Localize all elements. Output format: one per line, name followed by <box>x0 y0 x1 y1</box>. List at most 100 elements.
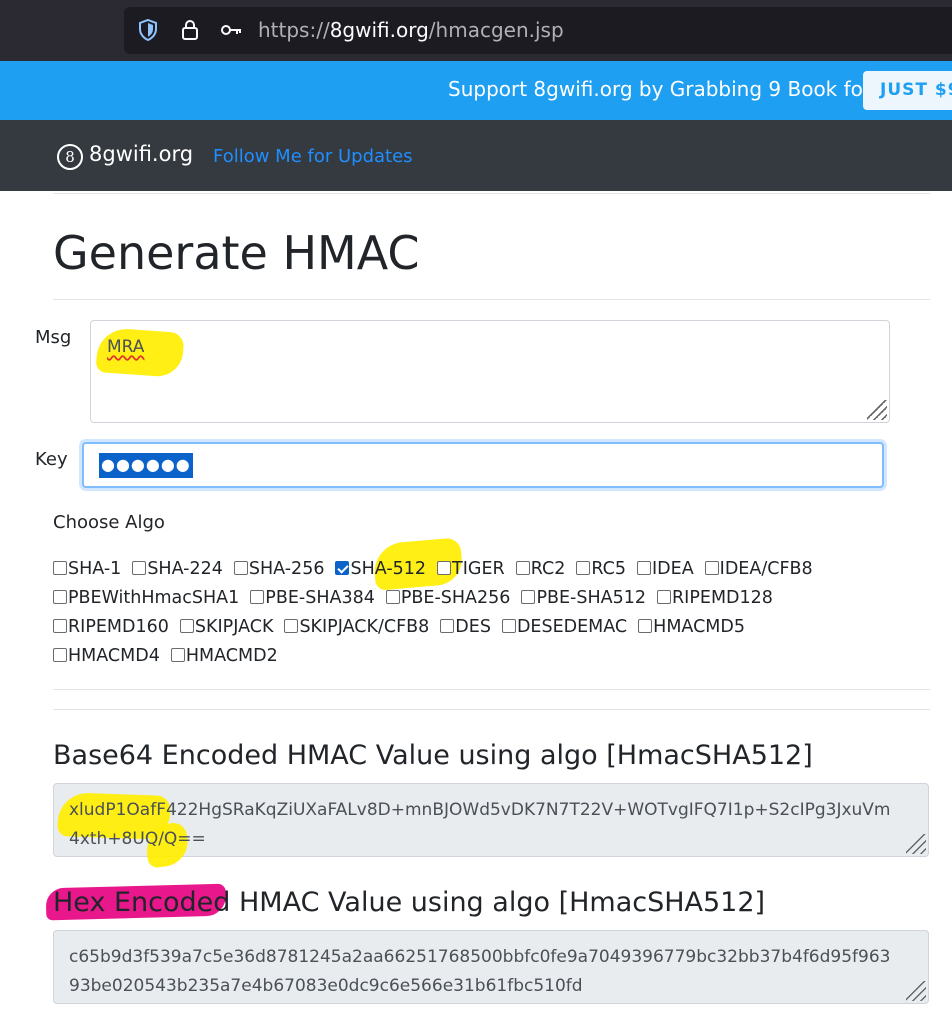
checkbox-checked-icon[interactable] <box>335 561 350 575</box>
site-navbar: 8 8gwifi.org Follow Me for Updates <box>0 120 952 191</box>
base64-output[interactable]: xludP1OafF422HgSRaKqZiUXaFALv8D+mnBJOWd5… <box>53 783 929 869</box>
algo-option-pbe-sha384[interactable]: PBE-SHA384 <box>250 588 375 608</box>
key-label: Key <box>35 449 68 470</box>
url-text[interactable]: https://8gwifi.org/hmacgen.jsp <box>258 18 564 42</box>
resize-grip-icon[interactable] <box>906 834 926 854</box>
checkbox[interactable] <box>233 561 248 575</box>
checkbox[interactable] <box>170 648 185 662</box>
msg-textarea[interactable]: MRA <box>90 320 890 423</box>
algo-option-label: IDEA <box>652 559 694 579</box>
algo-option-label: PBE-SHA512 <box>536 588 647 608</box>
algo-option-label: RIPEMD128 <box>672 588 773 608</box>
checkbox[interactable] <box>179 619 194 633</box>
algo-option-pbe-sha512[interactable]: PBE-SHA512 <box>521 588 646 608</box>
algo-option-hmacmd5[interactable]: HMACMD5 <box>638 617 745 637</box>
base64-value: xludP1OafF422HgSRaKqZiUXaFALv8D+mnBJOWd5… <box>69 800 891 849</box>
algo-row: PBEWithHmacSHA1 PBE-SHA384 PBE-SHA256 PBE-S… <box>53 588 933 617</box>
algo-option-label: RIPEMD160 <box>68 617 169 637</box>
page-title: Generate HMAC <box>53 226 420 280</box>
algo-option-label: HMACMD5 <box>653 617 746 637</box>
resize-grip-icon[interactable] <box>906 981 926 1001</box>
promo-banner: Support 8gwifi.org by Grabbing 9 Book fo… <box>0 61 952 120</box>
algo-option-pbewithhmacsha1[interactable]: PBEWithHmacSHA1 <box>53 588 239 608</box>
checkbox[interactable] <box>132 561 147 575</box>
checkbox[interactable] <box>515 561 530 575</box>
algo-option-rc2[interactable]: RC2 <box>515 559 566 579</box>
algo-option-label: DES <box>455 617 491 637</box>
algo-option-idea[interactable]: IDEA <box>637 559 694 579</box>
hex-output[interactable]: c65b9d3f539a7c5e36d8781245a2aa6625176850… <box>53 930 929 1004</box>
checkbox[interactable] <box>437 561 452 575</box>
checkbox[interactable] <box>637 561 651 575</box>
algo-option-label: DESEDEMAC <box>516 617 628 637</box>
checkbox[interactable] <box>501 619 516 633</box>
follow-link[interactable]: Follow Me for Updates <box>213 146 413 167</box>
url-host: 8gwifi.org <box>329 18 429 42</box>
hex-value: c65b9d3f539a7c5e36d8781245a2aa6625176850… <box>69 947 891 996</box>
algo-option-tiger[interactable]: TIGER <box>437 559 505 579</box>
algo-option-hmacmd4[interactable]: HMACMD4 <box>53 646 160 666</box>
algo-option-label: SHA-224 <box>147 559 223 579</box>
algo-option-idea-cfb8[interactable]: IDEA/CFB8 <box>704 559 813 579</box>
hex-title: Hex Encoded HMAC Value using algo [HmacS… <box>53 887 766 918</box>
algo-option-rc5[interactable]: RC5 <box>576 559 626 579</box>
algo-option-sha-1[interactable]: SHA-1 <box>53 559 121 579</box>
algo-option-label: HMACMD2 <box>185 646 278 666</box>
checkbox[interactable] <box>284 619 299 633</box>
checkbox[interactable] <box>53 648 67 662</box>
algo-checkbox-group: SHA-1 SHA-224 SHA-256 SHA-512 TIGER RC2 RC5 IDE… <box>53 559 933 675</box>
key-input[interactable]: ●●●●●● <box>82 442 884 488</box>
promo-button[interactable]: JUST $9 <box>863 71 952 110</box>
checkbox[interactable] <box>53 619 67 633</box>
algo-option-label: SHA-512 <box>350 559 427 579</box>
algo-row: RIPEMD160 SKIPJACK SKIPJACK/CFB8 DES DESEDEM… <box>53 617 933 646</box>
algo-option-label: HMACMD4 <box>68 646 160 666</box>
algo-option-pbe-sha256[interactable]: PBE-SHA256 <box>385 588 510 608</box>
algo-option-sha-224[interactable]: SHA-224 <box>132 559 223 579</box>
algo-option-label: SHA-1 <box>68 559 122 579</box>
resize-grip-icon[interactable] <box>867 400 887 420</box>
algo-option-label: RC5 <box>591 559 626 579</box>
algo-option-label: PBE-SHA384 <box>265 588 375 608</box>
algo-option-des[interactable]: DES <box>440 617 491 637</box>
checkbox[interactable] <box>53 590 67 604</box>
checkbox[interactable] <box>385 590 400 604</box>
brand-link[interactable]: 8gwifi.org <box>89 142 193 166</box>
checkbox[interactable] <box>440 619 455 633</box>
checkbox[interactable] <box>657 590 672 604</box>
key-icon[interactable] <box>219 18 243 42</box>
lock-icon[interactable] <box>178 18 202 42</box>
algo-option-label: SHA-256 <box>248 559 325 579</box>
divider <box>53 193 930 194</box>
checkbox[interactable] <box>53 561 67 575</box>
checkbox[interactable] <box>576 561 591 575</box>
divider <box>53 299 930 300</box>
algo-option-label: IDEA/CFB8 <box>719 559 813 579</box>
checkbox[interactable] <box>638 619 653 633</box>
brand-logo-icon[interactable]: 8 <box>57 144 83 170</box>
checkbox[interactable] <box>704 561 719 575</box>
browser-toolbar: https://8gwifi.org/hmacgen.jsp <box>0 0 952 61</box>
algo-option-label: RC2 <box>530 559 566 579</box>
promo-text: Support 8gwifi.org by Grabbing 9 Book fo… <box>448 77 872 101</box>
msg-label: Msg <box>35 327 72 348</box>
algo-option-skipjack[interactable]: SKIPJACK <box>179 617 274 637</box>
msg-value: MRA <box>107 337 145 357</box>
algo-option-ripemd160[interactable]: RIPEMD160 <box>53 617 169 637</box>
algo-option-sha-256[interactable]: SHA-256 <box>233 559 325 579</box>
algo-option-skipjack-cfb8[interactable]: SKIPJACK/CFB8 <box>284 617 429 637</box>
algo-option-label: PBEWithHmacSHA1 <box>68 588 240 608</box>
shield-icon[interactable] <box>136 18 160 42</box>
algo-option-label: SKIPJACK/CFB8 <box>299 617 430 637</box>
divider <box>53 709 930 710</box>
algo-option-sha-512[interactable]: SHA-512 <box>335 559 426 579</box>
checkbox[interactable] <box>250 590 265 604</box>
algo-option-desedemac[interactable]: DESEDEMAC <box>501 617 628 637</box>
algo-option-ripemd128[interactable]: RIPEMD128 <box>657 588 773 608</box>
algo-option-hmacmd2[interactable]: HMACMD2 <box>170 646 278 666</box>
algo-option-label: TIGER <box>452 559 505 579</box>
algo-option-label: SKIPJACK <box>194 617 274 637</box>
algo-row: HMACMD4 HMACMD2 <box>53 646 933 675</box>
checkbox[interactable] <box>521 590 536 604</box>
choose-algo-label: Choose Algo <box>53 512 165 533</box>
